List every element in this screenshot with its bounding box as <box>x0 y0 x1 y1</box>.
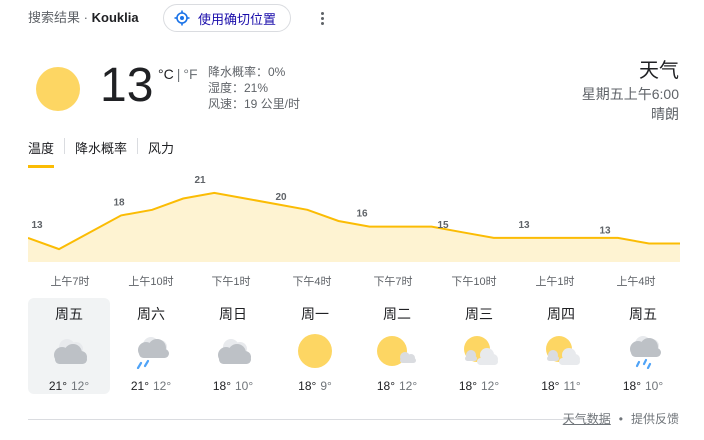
wind-speed: 风速：19 公里/时 <box>208 97 301 111</box>
day-high: 18° <box>376 379 395 393</box>
weather-condition: 晴朗 <box>651 106 679 122</box>
footer-separator: • <box>618 411 623 426</box>
x-tick-label: 上午7时 <box>50 276 90 288</box>
day-name: 周四 <box>547 306 575 322</box>
day-name: 周二 <box>383 306 411 322</box>
day-card[interactable]: 周六 21° 12° <box>110 298 192 394</box>
x-tick-label: 上午1时 <box>535 276 575 288</box>
day-low: 10° <box>645 379 664 393</box>
partly-cloudy-icon <box>546 336 580 365</box>
day-low: 10° <box>235 379 254 393</box>
sun-icon <box>298 334 332 368</box>
temperature-label: 13 <box>599 226 611 237</box>
footer-divider <box>28 419 606 420</box>
temperature-label: 18 <box>113 197 125 208</box>
temperature-label: 20 <box>275 192 287 203</box>
humidity: 湿度：21% <box>208 81 269 95</box>
celsius-unit[interactable]: °C <box>158 66 174 82</box>
tab-temperature[interactable]: 温度 <box>28 136 55 168</box>
day-card[interactable]: 周日 18° 10° <box>192 298 274 394</box>
more-options-icon[interactable] <box>314 8 330 28</box>
sun-cloud-icon <box>377 336 416 366</box>
temperature-label: 13 <box>31 220 43 231</box>
temperature-area <box>28 192 680 262</box>
partly-cloudy-icon <box>464 336 498 365</box>
precise-location-label: 使用确切位置 <box>198 11 277 27</box>
weather-summary: 天气 星期五上午6:00 晴朗 <box>582 58 679 124</box>
unit-separator: | <box>176 66 181 82</box>
x-tick-label: 下午4时 <box>292 276 332 288</box>
cloudy-icon <box>218 339 251 364</box>
day-high: 18° <box>458 379 477 393</box>
weather-details: 降水概率：0% 湿度：21% 风速：19 公里/时 <box>208 64 300 112</box>
chart-tabs: 温度 降水概率 风力 <box>28 136 174 168</box>
precip-probability: 降水概率：0% <box>208 65 286 79</box>
day-name: 周一 <box>301 306 329 322</box>
day-card[interactable]: 周三 18° 12° <box>438 298 520 394</box>
temperature-label: 13 <box>518 220 530 231</box>
location-target-icon <box>174 10 190 26</box>
day-low: 12° <box>71 379 90 393</box>
feedback-link[interactable]: 提供反馈 <box>631 410 679 427</box>
footer: 天气数据 • 提供反馈 <box>563 410 679 427</box>
location-name: Kouklia <box>91 10 139 25</box>
daily-forecast: 周五 21° 12° 周六 21° 12° 周日 18° 10° 周一 18° 9° 周… <box>28 298 684 394</box>
tab-wind[interactable]: 风力 <box>148 136 174 168</box>
temperature-label: 15 <box>437 220 449 231</box>
day-name: 周三 <box>465 306 493 322</box>
x-tick-label: 下午1时 <box>211 276 251 288</box>
day-high: 18° <box>298 379 317 393</box>
showers-icon <box>630 336 661 369</box>
day-low: 9° <box>320 379 332 393</box>
day-low: 12° <box>399 379 418 393</box>
weather-datetime: 星期五上午6:00 <box>581 86 679 102</box>
day-high: 18° <box>212 379 231 393</box>
sunny-icon <box>36 67 80 111</box>
day-low: 11° <box>563 379 581 393</box>
breadcrumb-label: 搜索结果 <box>28 10 81 25</box>
breadcrumb-separator: · <box>83 10 88 25</box>
day-name: 周日 <box>219 306 247 322</box>
day-name: 周六 <box>137 306 165 322</box>
current-temperature: 13 <box>100 59 154 112</box>
day-card[interactable]: 周一 18° 9° <box>274 298 356 394</box>
unit-toggle: °C | °F <box>158 66 198 82</box>
weather-title: 天气 <box>639 60 679 82</box>
precise-location-button[interactable]: 使用确切位置 <box>163 4 291 32</box>
day-high: 18° <box>541 379 560 393</box>
fahrenheit-unit[interactable]: °F <box>183 66 197 82</box>
tab-precipitation[interactable]: 降水概率 <box>75 136 127 168</box>
day-card[interactable]: 周二 18° 12° <box>356 298 438 394</box>
day-low: 12° <box>481 379 500 393</box>
search-breadcrumb: 搜索结果 · Kouklia <box>28 8 139 28</box>
day-high: 21° <box>130 379 149 393</box>
day-card[interactable]: 周五 18° 10° <box>602 298 684 394</box>
day-name: 周五 <box>55 306 83 322</box>
weather-data-link[interactable]: 天气数据 <box>563 410 611 427</box>
cloudy-icon <box>54 339 87 364</box>
x-tick-label: 下午10时 <box>451 276 497 288</box>
x-tick-label: 下午7时 <box>373 276 413 288</box>
temperature-label: 21 <box>194 176 206 186</box>
day-low: 12° <box>153 379 172 393</box>
tab-divider <box>64 138 66 154</box>
day-card[interactable]: 周四 18° 11° <box>520 298 602 394</box>
tab-divider <box>137 138 139 154</box>
rain-cloud-icon <box>136 337 169 369</box>
day-name: 周五 <box>629 306 657 322</box>
x-tick-label: 上午4时 <box>616 276 656 288</box>
temperature-label: 16 <box>356 209 368 220</box>
day-high: 21° <box>48 379 67 393</box>
x-tick-label: 上午10时 <box>128 276 174 288</box>
day-card[interactable]: 周五 21° 12° <box>28 298 110 394</box>
temperature-chart: 13 18 21 20 16 15 13 13 <box>28 176 680 262</box>
day-high: 18° <box>622 379 641 393</box>
